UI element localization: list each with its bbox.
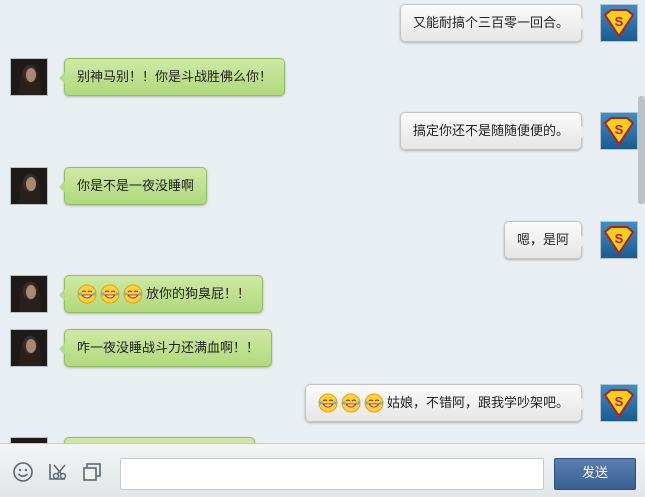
message-text: 搞定你还不是随随便便的。	[412, 124, 569, 139]
message-text: 嗯，是阿	[516, 233, 569, 248]
message-text: 又能耐搞个三百零一回合。	[412, 16, 569, 31]
message-text: 咋一夜没睡战斗力还满血啊！！	[77, 341, 260, 356]
smiley-icon[interactable]	[12, 461, 34, 483]
message-row: 嗯，是阿 S	[0, 221, 645, 261]
long-hair-portrait-icon	[11, 276, 47, 312]
contact-avatar-superman[interactable]: S	[600, 384, 638, 422]
contact-avatar-girl[interactable]	[10, 275, 48, 313]
message-text: 你是不是一夜没睡啊	[77, 179, 195, 194]
message-row: 你是不是一夜没睡啊	[0, 167, 645, 207]
grinning-tears-emoji-icon	[77, 284, 97, 303]
grinning-tears-emoji-icon	[318, 393, 338, 412]
message-row: 姑娘，不错阿，跟我学吵架吧。 S	[0, 384, 645, 424]
contact-avatar-girl[interactable]	[10, 167, 48, 205]
grinning-tears-emoji-icon	[123, 284, 143, 303]
message-bubble-incoming[interactable]: 你是不是一夜没睡啊	[58, 167, 208, 205]
message-bubble-outgoing[interactable]: 搞定你还不是随随便便的。	[399, 112, 588, 150]
chat-history: 又能耐搞个三百零一回合。 S 别神马别！！你是斗战胜佛么你！ 搞定你还不是随随便…	[0, 0, 645, 443]
grinning-tears-emoji-icon	[364, 393, 384, 412]
message-row: 放你的狗臭屁！！	[0, 275, 645, 315]
message-text: 放你的狗臭屁！！	[146, 287, 251, 302]
window-icon[interactable]	[81, 461, 103, 483]
message-bubble-outgoing[interactable]: 又能耐搞个三百零一回合。	[399, 4, 588, 42]
message-row: 别神马别！！你是斗战胜佛么你！	[0, 58, 645, 98]
superman-shield-icon: S	[603, 226, 635, 255]
contact-avatar-girl[interactable]	[10, 58, 48, 96]
long-hair-portrait-icon	[11, 330, 47, 366]
chat-scrollbar[interactable]	[638, 96, 645, 204]
contact-avatar-superman[interactable]: S	[600, 4, 638, 42]
message-bubble-incoming[interactable]: 咋一夜没睡战斗力还满血啊！！	[58, 329, 273, 367]
contact-avatar-girl[interactable]	[10, 329, 48, 367]
message-row: 咋一夜没睡战斗力还满血啊！！	[0, 329, 645, 369]
message-bubble-outgoing[interactable]: 姑娘，不错阿，跟我学吵架吧。	[304, 384, 588, 422]
message-text: 姑娘，不错阿，跟我学吵架吧。	[386, 396, 569, 411]
svg-text:S: S	[615, 122, 624, 137]
scissors-icon[interactable]	[47, 461, 69, 483]
message-bubble-incoming[interactable]: 放你的狗臭屁！！	[58, 275, 264, 313]
long-hair-portrait-icon	[11, 168, 47, 204]
input-toolbar: 发送	[0, 443, 645, 497]
contact-avatar-superman[interactable]: S	[600, 112, 638, 150]
superman-shield-icon: S	[603, 389, 635, 418]
message-bubble-incoming[interactable]: 别神马别！！你是斗战胜佛么你！	[58, 58, 286, 96]
send-button[interactable]: 发送	[554, 458, 636, 490]
message-row: 又能耐搞个三百零一回合。 S	[0, 4, 645, 44]
message-input[interactable]	[120, 458, 544, 490]
long-hair-portrait-icon	[11, 59, 47, 95]
superman-shield-icon: S	[603, 9, 635, 38]
superman-shield-icon: S	[603, 117, 635, 146]
svg-text:S: S	[615, 394, 624, 409]
message-row: 搞定你还不是随随便便的。 S	[0, 112, 645, 152]
svg-text:S: S	[615, 231, 624, 246]
message-bubble-outgoing[interactable]: 嗯，是阿	[503, 221, 588, 259]
message-text: 别神马别！！你是斗战胜佛么你！	[77, 70, 273, 85]
svg-text:S: S	[615, 14, 624, 29]
grinning-tears-emoji-icon	[341, 393, 361, 412]
contact-avatar-superman[interactable]: S	[600, 221, 638, 259]
grinning-tears-emoji-icon	[100, 284, 120, 303]
